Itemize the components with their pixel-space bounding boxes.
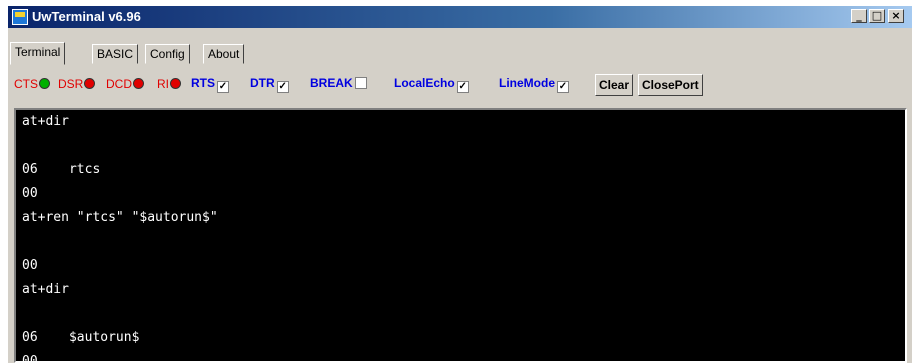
tab-terminal[interactable]: Terminal [10,42,66,65]
linemode-label: LineMode [499,76,555,90]
dsr-indicator: DSR [58,77,96,91]
dtr-checkbox[interactable]: DTR ✓ [250,76,289,93]
title-bar[interactable]: UwTerminal v6.96 _ □ × [8,6,912,28]
break-label: BREAK [310,76,353,90]
ri-label: RI [157,77,169,91]
dsr-label: DSR [58,77,84,91]
app-icon [12,9,28,25]
serial-control-bar: CTS DSR DCD RI RTS ✓ DTR ✓ BREAK LocalEcho… [14,73,904,97]
terminal-output[interactable]: at+dir 06 rtcs 00 at+ren "rtcs" "$autorun$"… [14,108,907,363]
tab-about[interactable]: About [203,44,245,64]
linemode-checkbox[interactable]: LineMode ✓ [499,76,569,93]
ri-status-icon [170,78,181,89]
dcd-status-icon [133,78,144,89]
cts-status-icon [39,78,50,89]
tab-basic[interactable]: BASIC [92,44,139,64]
break-checkbox[interactable]: BREAK [310,76,367,90]
terminal-line: at+dir [22,282,69,297]
terminal-line: 06 $autorun$ [22,330,140,345]
clear-button[interactable]: Clear [595,74,634,96]
maximize-button[interactable]: □ [869,9,885,23]
window-title: UwTerminal v6.96 [32,9,141,24]
cts-indicator: CTS [14,77,50,91]
dsr-status-icon [84,78,96,89]
dcd-indicator: DCD [106,77,144,91]
localecho-check-icon[interactable]: ✓ [456,81,469,93]
close-button[interactable]: × [888,9,904,23]
linemode-check-icon[interactable]: ✓ [557,81,569,93]
terminal-line: 06 rtcs [22,162,101,177]
minimize-button[interactable]: _ [851,9,867,23]
dtr-check-icon[interactable]: ✓ [276,81,289,93]
rts-label: RTS [191,76,215,90]
tab-config[interactable]: Config [145,44,190,64]
localecho-label: LocalEcho [394,76,455,90]
terminal-line: 00 [22,354,38,363]
rts-check-icon[interactable]: ✓ [217,81,229,93]
localecho-checkbox[interactable]: LocalEcho ✓ [394,76,469,93]
terminal-line: at+ren "rtcs" "$autorun$" [22,210,218,225]
closeport-button[interactable]: ClosePort [638,74,703,96]
terminal-line: 00 [22,258,38,273]
ri-indicator: RI [157,77,181,91]
cts-label: CTS [14,77,38,91]
dtr-label: DTR [250,76,275,90]
dcd-label: DCD [106,77,132,91]
rts-checkbox[interactable]: RTS ✓ [191,76,229,93]
terminal-line: 00 [22,186,38,201]
terminal-line: at+dir [22,114,69,129]
break-check-icon[interactable] [354,77,367,89]
